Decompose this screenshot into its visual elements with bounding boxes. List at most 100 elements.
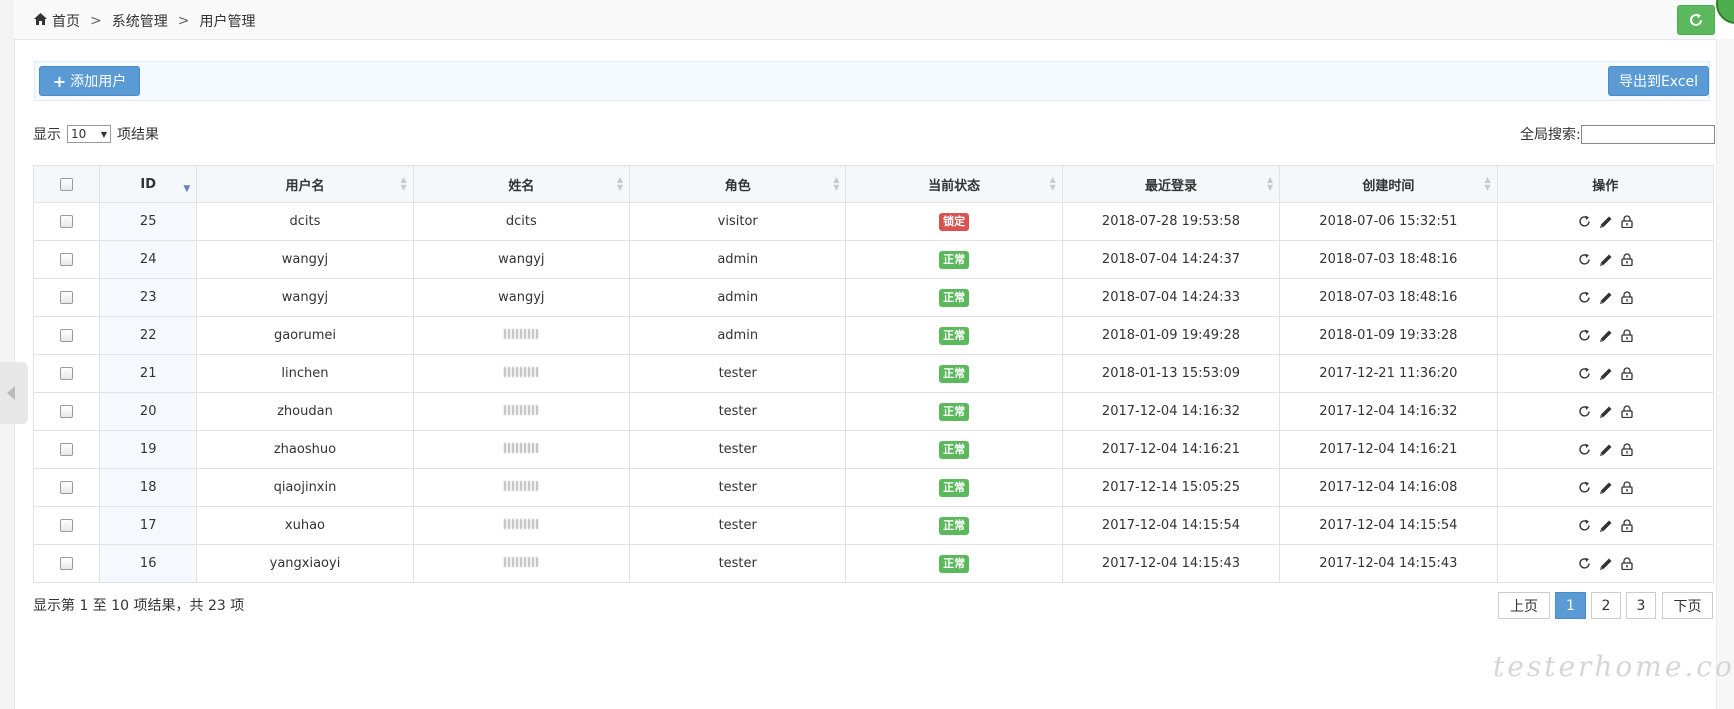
reset-password-icon[interactable] xyxy=(1578,329,1591,342)
cell-select[interactable] xyxy=(32,506,101,545)
scrollbar[interactable] xyxy=(1716,39,1734,709)
table-row[interactable]: 25 dcits dcits visitor 锁定 2018-07-28 19:53:58… xyxy=(32,202,1715,241)
next-page-button[interactable]: 下页 xyxy=(1662,592,1713,619)
table-row[interactable]: 16 yangxiaoyi tester 正常 2017-12-04 14:15:43 2… xyxy=(32,544,1715,583)
cell-select[interactable] xyxy=(32,278,101,317)
reset-password-icon[interactable] xyxy=(1578,405,1591,418)
lock-icon[interactable] xyxy=(1621,253,1633,266)
cell-select[interactable] xyxy=(32,202,101,241)
lock-icon[interactable] xyxy=(1621,405,1633,418)
search-label: 全局搜索: xyxy=(1520,127,1581,143)
table-row[interactable]: 24 wangyj wangyj admin 正常 2018-07-04 14:24:37… xyxy=(32,240,1715,279)
lock-icon[interactable] xyxy=(1621,481,1633,494)
header-username[interactable]: 用户名 ▲ ▼ xyxy=(196,165,414,203)
row-checkbox[interactable] xyxy=(60,519,74,532)
table-row[interactable]: 23 wangyj wangyj admin 正常 2018-07-04 14:24:33… xyxy=(32,278,1715,317)
reset-password-icon[interactable] xyxy=(1578,519,1591,532)
reset-password-icon[interactable] xyxy=(1578,367,1591,380)
sidebar-collapse-toggle[interactable] xyxy=(0,362,28,424)
add-user-label: 添加用户 xyxy=(70,74,127,90)
user-table: ID ▼ 用户名 ▲ ▼ 姓名 ▲ ▼ 角色 ▲ ▼ 当前状态 ▲ ▼ 最近登录 ▲ ▼ 创建时间 ▲ ▼… xyxy=(32,165,1715,583)
add-user-button[interactable]: + 添加用户 xyxy=(39,66,140,96)
header-created[interactable]: 创建时间 ▲ ▼ xyxy=(1279,165,1498,203)
header-id[interactable]: ID ▼ xyxy=(99,165,198,203)
pencil-icon[interactable] xyxy=(1599,481,1613,495)
pencil-icon[interactable] xyxy=(1599,443,1613,457)
lock-icon[interactable] xyxy=(1621,291,1633,304)
home-icon[interactable] xyxy=(34,13,47,29)
page-button-3[interactable]: 3 xyxy=(1626,592,1656,619)
row-checkbox[interactable] xyxy=(60,253,74,266)
header-name[interactable]: 姓名 ▲ ▼ xyxy=(412,165,631,203)
pencil-icon[interactable] xyxy=(1599,215,1613,229)
reset-password-icon[interactable] xyxy=(1578,215,1591,228)
page-button-2[interactable]: 2 xyxy=(1591,592,1621,619)
pencil-icon[interactable] xyxy=(1599,557,1613,571)
pencil-icon[interactable] xyxy=(1599,291,1613,305)
table-row[interactable]: 18 qiaojinxin tester 正常 2017-12-14 15:05:25 2… xyxy=(32,468,1715,507)
reset-password-icon[interactable] xyxy=(1578,291,1591,304)
header-role[interactable]: 角色 ▲ ▼ xyxy=(629,165,847,203)
row-checkbox[interactable] xyxy=(60,367,74,380)
export-excel-button[interactable]: 导出到Excel xyxy=(1608,66,1709,96)
cell-select[interactable] xyxy=(32,354,101,393)
status-badge: 正常 xyxy=(939,364,970,383)
cell-select[interactable] xyxy=(32,240,101,279)
lock-icon[interactable] xyxy=(1621,367,1633,380)
lock-icon[interactable] xyxy=(1621,329,1633,342)
pencil-icon[interactable] xyxy=(1599,519,1613,533)
reset-password-icon[interactable] xyxy=(1578,253,1591,266)
page-button-1[interactable]: 1 xyxy=(1555,592,1586,619)
cell-username: linchen xyxy=(196,354,414,393)
table-row[interactable]: 21 linchen tester 正常 2018-01-13 15:53:09 2017… xyxy=(32,354,1715,393)
cell-select[interactable] xyxy=(32,430,101,469)
select-all-checkbox[interactable] xyxy=(60,177,74,191)
table-row[interactable]: 20 zhoudan tester 正常 2017-12-04 14:16:32 2017… xyxy=(32,392,1715,431)
cell-created: 2017-12-21 11:36:20 xyxy=(1279,354,1498,393)
row-checkbox[interactable] xyxy=(60,557,74,570)
header-select-all[interactable] xyxy=(32,165,101,203)
cell-actions xyxy=(1496,354,1715,393)
row-checkbox[interactable] xyxy=(60,443,74,456)
global-search: 全局搜索: xyxy=(1520,124,1715,144)
row-checkbox[interactable] xyxy=(60,215,74,228)
lock-icon[interactable] xyxy=(1621,215,1633,228)
pencil-icon[interactable] xyxy=(1599,405,1613,419)
cell-created: 2017-12-04 14:15:43 xyxy=(1279,544,1498,583)
redacted-name xyxy=(504,519,539,529)
row-checkbox[interactable] xyxy=(60,291,74,304)
reset-password-icon[interactable] xyxy=(1578,557,1591,570)
row-checkbox[interactable] xyxy=(60,405,74,418)
cell-actions xyxy=(1496,240,1715,279)
lock-icon[interactable] xyxy=(1621,519,1633,532)
pencil-icon[interactable] xyxy=(1599,253,1613,267)
lock-icon[interactable] xyxy=(1621,557,1633,570)
page-length-select[interactable]: 10 ▼ xyxy=(67,125,111,143)
cell-role: tester xyxy=(629,392,847,431)
table-row[interactable]: 19 zhaoshuo tester 正常 2017-12-04 14:16:21 201… xyxy=(32,430,1715,469)
cell-name-wrap: wangyj xyxy=(412,278,631,317)
refresh-button[interactable] xyxy=(1677,5,1715,35)
cell-select[interactable] xyxy=(32,316,101,355)
reset-password-icon[interactable] xyxy=(1578,481,1591,494)
cell-select[interactable] xyxy=(32,544,101,583)
pencil-icon[interactable] xyxy=(1599,329,1613,343)
header-status[interactable]: 当前状态 ▲ ▼ xyxy=(845,165,1063,203)
search-input[interactable] xyxy=(1580,124,1715,144)
cell-select[interactable] xyxy=(32,468,101,507)
prev-page-button[interactable]: 上页 xyxy=(1498,592,1550,619)
cell-select[interactable] xyxy=(32,392,101,431)
row-checkbox[interactable] xyxy=(60,329,74,342)
breadcrumb-home[interactable]: 首页 xyxy=(52,11,80,31)
breadcrumb-section[interactable]: 系统管理 xyxy=(112,11,168,31)
status-badge: 正常 xyxy=(939,554,970,573)
header-last-login[interactable]: 最近登录 ▲ ▼ xyxy=(1061,165,1281,203)
lock-icon[interactable] xyxy=(1621,443,1633,456)
pencil-icon[interactable] xyxy=(1599,367,1613,381)
row-checkbox[interactable] xyxy=(60,481,74,494)
table-row[interactable]: 22 gaorumei admin 正常 2018-01-09 19:49:28 2018… xyxy=(32,316,1715,355)
redacted-name xyxy=(504,557,539,567)
table-row[interactable]: 17 xuhao tester 正常 2017-12-04 14:15:54 2017-1… xyxy=(32,506,1715,545)
cell-last-login: 2017-12-04 14:15:54 xyxy=(1061,506,1281,545)
reset-password-icon[interactable] xyxy=(1578,443,1591,456)
